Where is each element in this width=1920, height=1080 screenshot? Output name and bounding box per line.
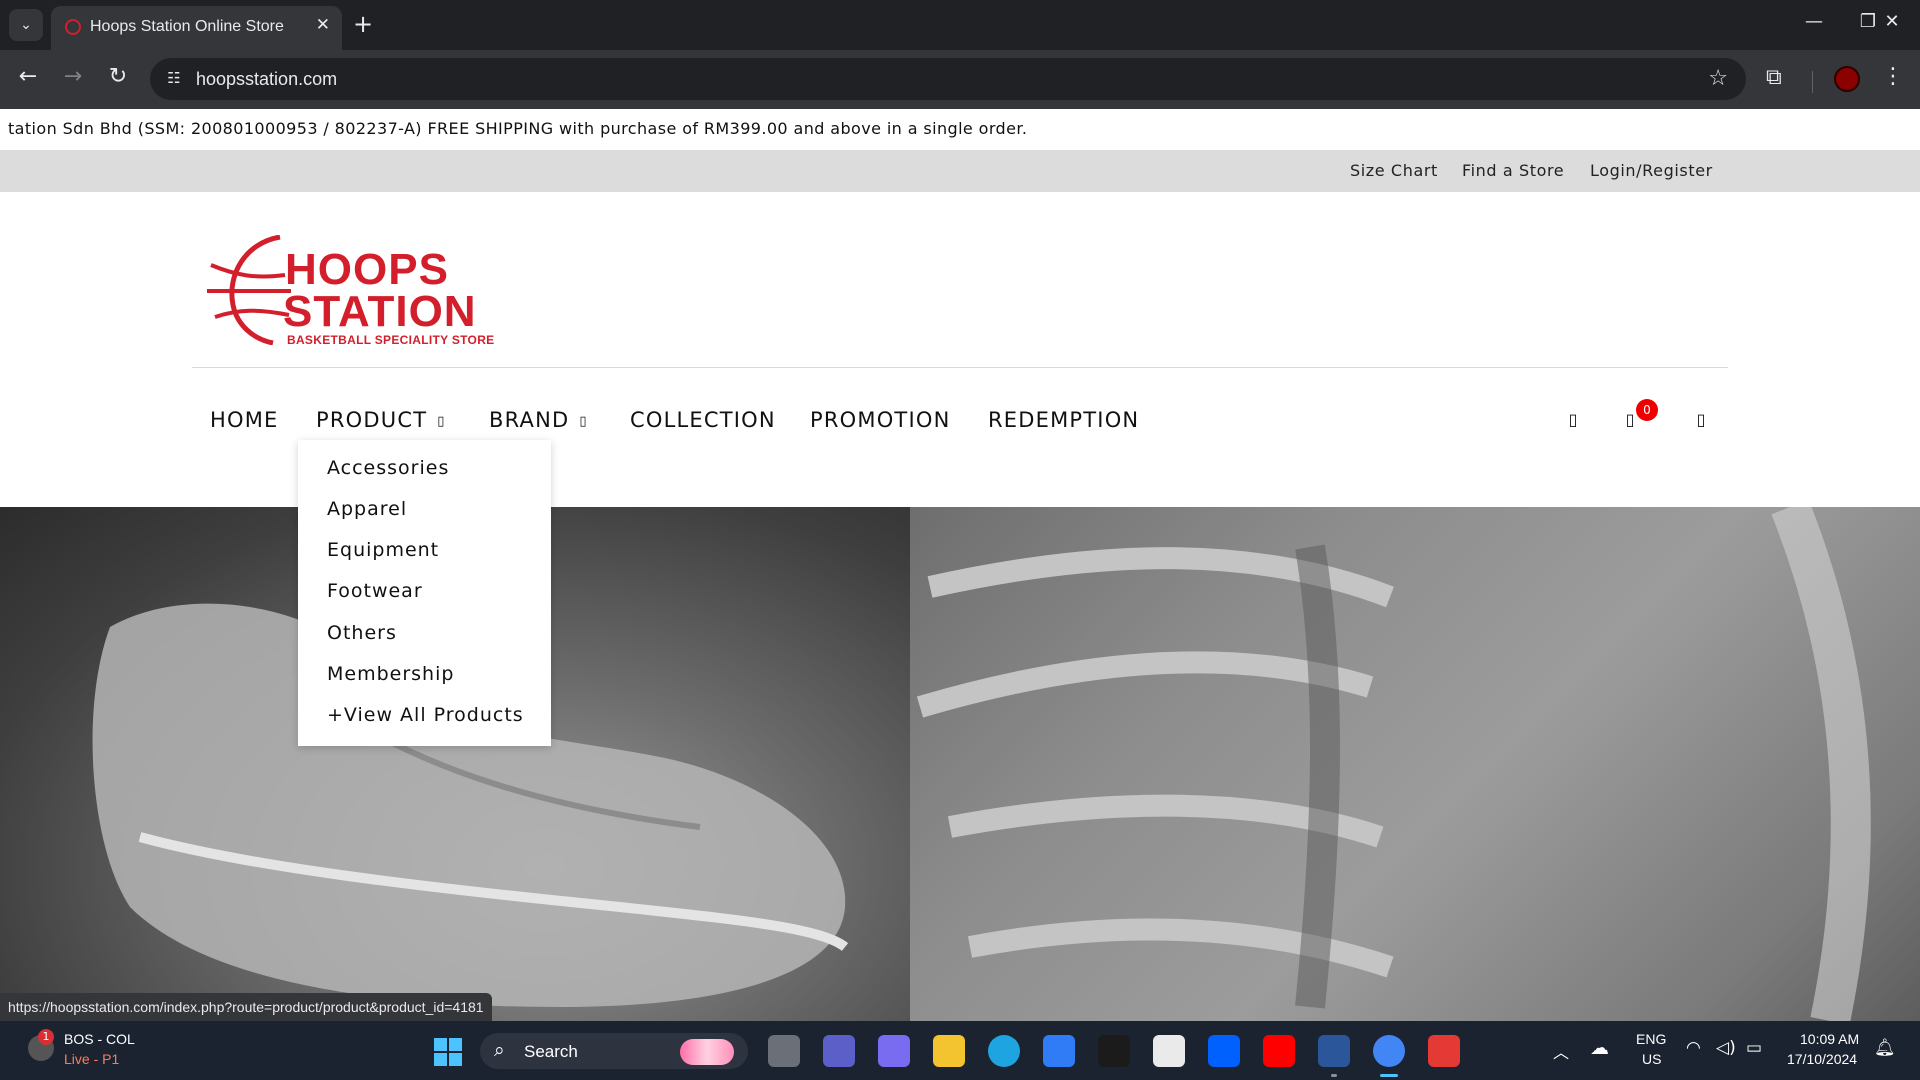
find-a-store-link[interactable]: Find a Store	[1462, 161, 1564, 180]
browser-toolbar: ← → ↻ ☷ hoopsstation.com ☆ ⧉ ⋮	[0, 50, 1920, 109]
kebab-menu-icon[interactable]: ⋮	[1882, 64, 1904, 89]
volume-icon[interactable]: ◁)	[1716, 1038, 1736, 1058]
window-close-icon[interactable]: ✕	[1877, 11, 1907, 32]
menu-item-apparel[interactable]: Apparel	[327, 498, 407, 520]
keyboard-layout-indicator[interactable]: US	[1642, 1051, 1661, 1067]
taskbar-search-label: Search	[524, 1042, 578, 1061]
reload-icon[interactable]: ↻	[103, 64, 133, 89]
language-indicator[interactable]: ENG	[1636, 1031, 1666, 1047]
chevron-down-icon: ▯	[579, 414, 588, 429]
back-arrow-icon[interactable]: ←	[13, 64, 43, 89]
toolbar-divider	[1812, 71, 1813, 93]
login-register-link[interactable]: Login/Register	[1590, 161, 1713, 180]
cart-count-badge: 0	[1636, 399, 1658, 421]
clock-date[interactable]: 17/10/2024	[1787, 1051, 1857, 1067]
nav-home[interactable]: HOME	[210, 408, 279, 432]
forward-arrow-icon[interactable]: →	[58, 64, 88, 89]
chevron-down-icon: ▯	[437, 414, 446, 429]
nav-product-label: PRODUCT	[316, 408, 428, 432]
word-icon[interactable]	[1318, 1035, 1350, 1067]
copilot-icon[interactable]	[878, 1035, 910, 1067]
menu-item-view-all-products[interactable]: +View All Products	[327, 704, 524, 726]
announcement-bar: tation Sdn Bhd (SSM: 200801000953 / 8022…	[0, 109, 1920, 149]
edge-icon[interactable]	[988, 1035, 1020, 1067]
amazon-app-icon[interactable]	[1153, 1035, 1185, 1067]
minimize-icon[interactable]: —	[1799, 11, 1829, 32]
browser-tab[interactable]: Hoops Station Online Store ✕	[51, 6, 342, 50]
widget-subtitle[interactable]: Live - P1	[64, 1051, 119, 1067]
nav-redemption[interactable]: REDEMPTION	[988, 408, 1139, 432]
avatar[interactable]	[1834, 66, 1860, 92]
widget-title[interactable]: BOS - COL	[64, 1031, 135, 1047]
chevron-down-icon: ⌄	[20, 17, 32, 33]
search-icon[interactable]: ▯	[1564, 410, 1582, 430]
star-icon[interactable]: ☆	[1708, 66, 1728, 91]
announcement-text: tation Sdn Bhd (SSM: 200801000953 / 8022…	[8, 119, 1028, 138]
teams-icon[interactable]	[823, 1035, 855, 1067]
url-text[interactable]: hoopsstation.com	[196, 69, 337, 90]
menu-item-footwear[interactable]: Footwear	[327, 580, 423, 602]
taskbar-search[interactable]: ⌕ Search	[480, 1033, 748, 1069]
product-dropdown-menu: Accessories Apparel Equipment Footwear O…	[298, 440, 551, 746]
notification-bell-icon[interactable]: 🔔︎	[1874, 1038, 1896, 1058]
hero-banner[interactable]	[0, 507, 1920, 1021]
youtube-icon[interactable]	[1263, 1035, 1295, 1067]
search-icon: ⌕	[494, 1039, 505, 1061]
dropbox-icon[interactable]	[1208, 1035, 1240, 1067]
nav-collection[interactable]: COLLECTION	[630, 408, 776, 432]
menu-item-others[interactable]: Others	[327, 622, 397, 644]
laces-pattern	[916, 507, 1871, 1021]
tab-list-button[interactable]: ⌄	[9, 9, 43, 41]
new-tab-button[interactable]: +	[353, 10, 373, 38]
amazon-icon[interactable]	[1098, 1035, 1130, 1067]
windows-taskbar: 1 BOS - COL Live - P1 ⌕ Search ︿ ☁ ENG U…	[0, 1021, 1920, 1080]
browser-tab-bar: ⌄ Hoops Station Online Store ✕ + — ❐ ✕	[0, 0, 1920, 50]
task-view-icon[interactable]	[768, 1035, 800, 1067]
utility-bar: Size Chart Find a Store Login/Register	[0, 150, 1920, 192]
logo-line-2: STATION	[283, 287, 477, 336]
wps-icon[interactable]	[1428, 1035, 1460, 1067]
wifi-icon[interactable]: ◠	[1686, 1038, 1701, 1058]
active-app-indicator	[1380, 1074, 1398, 1077]
cloud-icon[interactable]: ☁	[1590, 1037, 1609, 1059]
active-app-indicator	[1331, 1074, 1337, 1077]
store-icon[interactable]	[1043, 1035, 1075, 1067]
logo-tagline: BASKETBALL SPECIALITY STORE	[287, 333, 495, 347]
tab-close-icon[interactable]: ✕	[316, 15, 330, 35]
nav-product[interactable]: PRODUCT ▯	[316, 408, 446, 432]
chrome-icon[interactable]	[1373, 1035, 1405, 1067]
site-info-icon[interactable]: ☷	[164, 69, 184, 89]
puzzle-icon[interactable]: ⧉	[1766, 65, 1782, 90]
nav-brand[interactable]: BRAND ▯	[489, 408, 588, 432]
size-chart-link[interactable]: Size Chart	[1350, 161, 1438, 180]
basketball-logo-icon	[207, 235, 291, 345]
clock-time[interactable]: 10:09 AM	[1800, 1031, 1859, 1047]
nav-promotion[interactable]: PROMOTION	[810, 408, 951, 432]
search-highlight-icon	[680, 1039, 734, 1065]
file-explorer-icon[interactable]	[933, 1035, 965, 1067]
battery-icon[interactable]: ▭	[1746, 1038, 1762, 1058]
nav-brand-label: BRAND	[489, 408, 570, 432]
address-bar[interactable]: ☷ hoopsstation.com ☆	[150, 58, 1746, 100]
user-icon[interactable]: ▯	[1692, 410, 1710, 430]
header-divider	[192, 367, 1728, 368]
menu-item-accessories[interactable]: Accessories	[327, 457, 449, 479]
windows-start-icon[interactable]	[434, 1038, 462, 1066]
notification-badge: 1	[38, 1029, 54, 1045]
site-logo[interactable]: HOOPS STATION BASKETBALL SPECIALITY STOR…	[205, 235, 494, 350]
hero-image-shoe-laces	[910, 507, 1920, 1021]
status-bar-url: https://hoopsstation.com/index.php?route…	[0, 993, 492, 1021]
menu-item-equipment[interactable]: Equipment	[327, 539, 439, 561]
favicon-icon	[65, 19, 81, 35]
menu-item-membership[interactable]: Membership	[327, 663, 454, 685]
tab-title: Hoops Station Online Store	[90, 18, 284, 35]
chevron-up-icon[interactable]: ︿	[1553, 1039, 1569, 1063]
